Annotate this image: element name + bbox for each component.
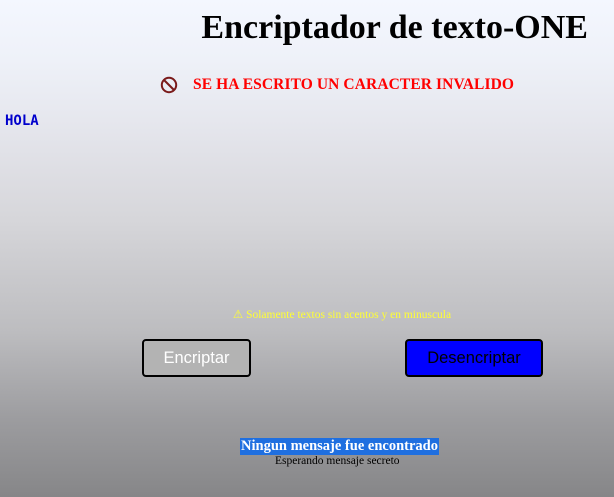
result-title: Ningun mensaje fue encontrado (240, 438, 439, 455)
warning-icon: ⚠ (232, 309, 244, 321)
result-subtitle: Esperando mensaje secreto (275, 455, 400, 467)
error-text: SE HA ESCRITO UN CARACTER INVALIDO (193, 76, 515, 93)
text-input[interactable]: HOLA (5, 113, 39, 129)
decrypt-button[interactable]: Desencriptar (405, 339, 543, 377)
encrypt-button[interactable]: Encriptar (142, 339, 251, 377)
page-title: Encriptador de texto-ONE (201, 9, 588, 46)
hint-message: ⚠ Solamente textos sin acentos y en minu… (0, 307, 614, 321)
hint-text: Solamente textos sin acentos y en minusc… (246, 309, 452, 321)
prohibited-icon (160, 76, 178, 94)
error-message: SE HA ESCRITO UN CARACTER INVALIDO (160, 75, 514, 95)
